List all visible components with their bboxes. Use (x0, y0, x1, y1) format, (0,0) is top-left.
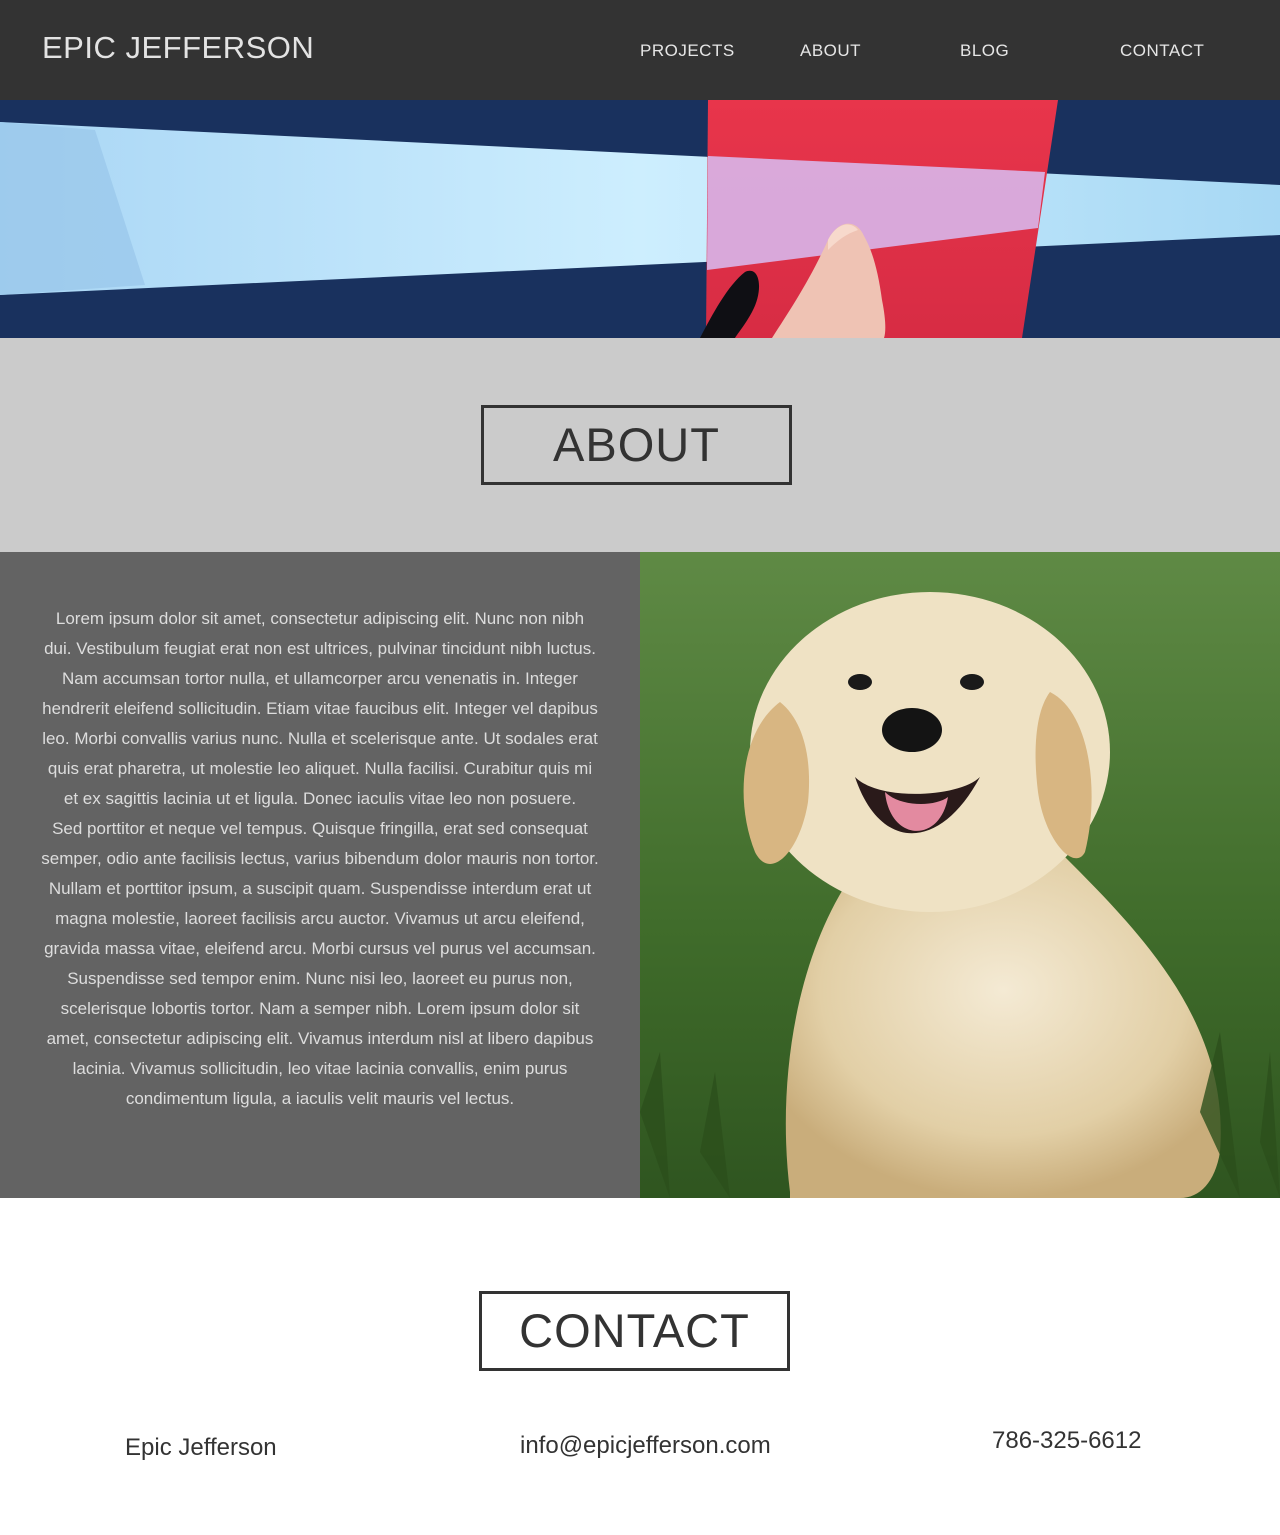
about-body-section: Lorem ipsum dolor sit amet, consectetur … (0, 552, 1280, 1198)
about-title: ABOUT (481, 405, 792, 485)
puppy-image (640, 552, 1280, 1198)
nav-blog[interactable]: BLOG (960, 41, 1009, 61)
about-paragraph: Lorem ipsum dolor sit amet, consectetur … (42, 609, 598, 808)
nav-projects[interactable]: PROJECTS (640, 41, 735, 61)
nav-contact[interactable]: CONTACT (1120, 41, 1204, 61)
about-paragraph: Sed porttitor et neque vel tempus. Quisq… (41, 819, 599, 1108)
nav-about[interactable]: ABOUT (800, 41, 861, 61)
site-logo-link[interactable]: EPIC JEFFERSON (42, 30, 314, 66)
hero-image (0, 100, 1280, 338)
site-header: EPIC JEFFERSON PROJECTS ABOUT BLOG CONTA… (0, 0, 1280, 100)
contact-name: Epic Jefferson (125, 1434, 277, 1461)
about-heading-section: ABOUT (0, 338, 1280, 552)
puppy-photo (640, 552, 1280, 1198)
contact-section: CONTACT Epic Jefferson info@epicjefferso… (0, 1198, 1280, 1535)
about-text: Lorem ipsum dolor sit amet, consectetur … (0, 552, 640, 1198)
contact-phone[interactable]: 786-325-6612 (992, 1427, 1141, 1455)
contact-title: CONTACT (479, 1291, 790, 1371)
contact-email[interactable]: info@epicjefferson.com (520, 1432, 771, 1460)
hero-banner (0, 100, 1280, 338)
